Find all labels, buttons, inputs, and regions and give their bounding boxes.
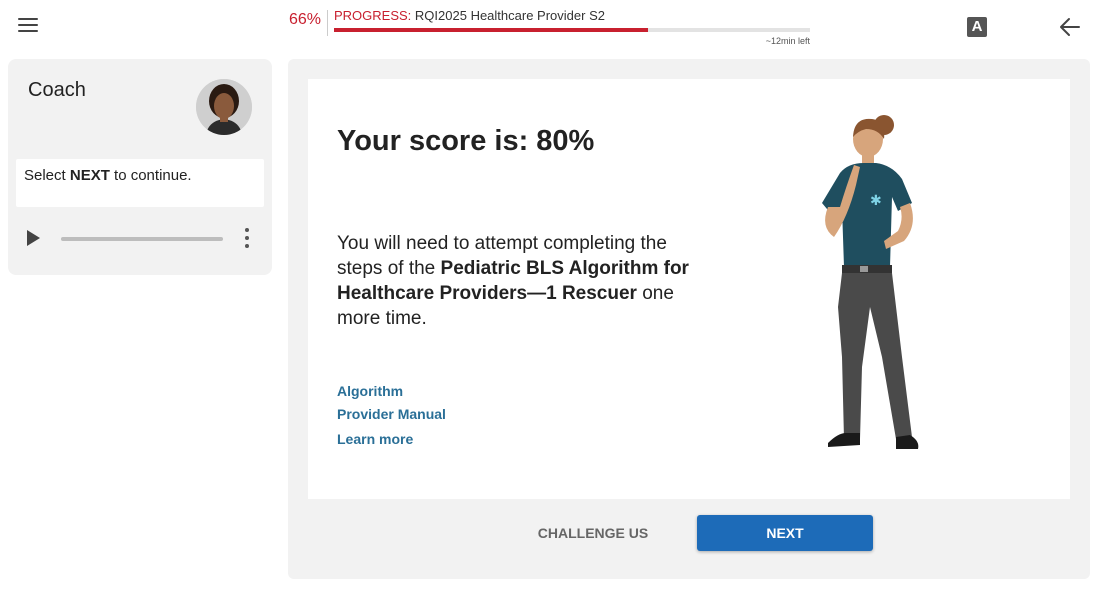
content-card: Your score is: 80% You will need to atte… [308,79,1070,499]
thinking-provider-illustration: ✱ [798,107,938,457]
font-size-button[interactable]: A [967,17,987,37]
coach-message-text: Select [24,167,70,184]
coach-message: Select NEXT to continue. [16,159,264,207]
provider-manual-link[interactable]: Provider Manual [337,406,446,422]
progress-divider [327,10,328,36]
time-left: ~12min left [765,36,810,46]
algorithm-link[interactable]: Algorithm [337,383,403,399]
progress-bar [334,28,810,32]
learn-more-link[interactable]: Learn more [337,431,413,447]
course-title: RQI2025 Healthcare Provider S2 [414,8,605,23]
audio-progress-slider[interactable] [61,237,223,241]
coach-message-bold: NEXT [69,167,110,184]
progress-label: PROGRESS: RQI2025 Healthcare Provider S2 [334,8,605,23]
progress-bar-fill [334,28,649,32]
progress-percent: 66% [289,11,322,28]
challenge-us-button[interactable]: CHALLENGE US [528,515,658,551]
svg-text:✱: ✱ [870,193,882,209]
top-bar: 66% PROGRESS: RQI2025 Healthcare Provide… [0,0,1104,56]
coach-message-text-end: to continue. [109,167,192,184]
coach-panel: Coach Select NEXT to continue. [8,59,272,275]
play-icon[interactable] [27,230,40,246]
score-heading: Your score is: 80% [337,125,595,157]
hamburger-menu-icon[interactable] [18,18,38,36]
main-panel: Your score is: 80% You will need to atte… [288,59,1090,579]
more-options-icon[interactable] [244,228,250,250]
result-description: You will need to attempt completing the … [337,231,697,331]
coach-avatar [196,79,252,135]
coach-title: Coach [28,79,86,101]
back-arrow-icon[interactable] [1058,16,1082,38]
progress-prefix: PROGRESS: [334,8,412,23]
next-button[interactable]: NEXT [697,515,873,551]
